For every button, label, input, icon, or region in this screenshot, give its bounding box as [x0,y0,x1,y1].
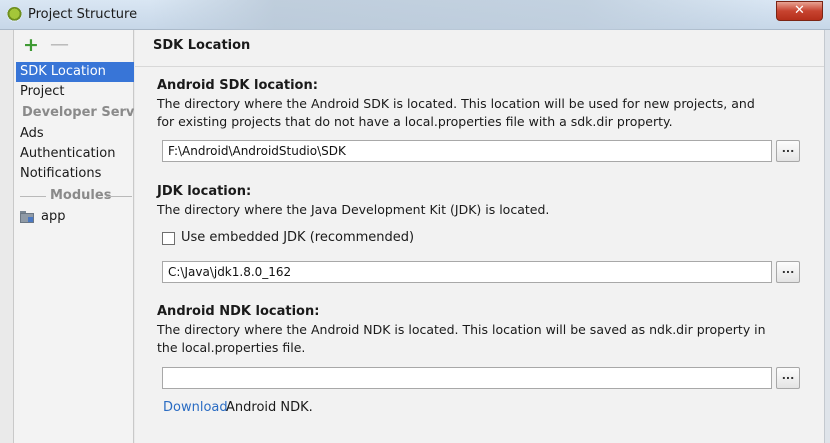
download-ndk-suffix: Android NDK. [226,400,313,415]
background-window-blur [150,0,770,30]
modules-header: Modules [50,188,112,203]
sidebar-item-notifications[interactable]: Notifications [16,164,134,184]
android-studio-icon [7,7,22,22]
window-right-edge [824,30,830,443]
android-ndk-browse-button[interactable]: ... [776,367,800,389]
embedded-jdk-checkbox[interactable] [162,232,175,245]
android-sdk-description: The directory where the Android SDK is l… [157,96,755,129]
sidebar: + — SDK Location Project Developer Servi… [13,30,134,443]
sidebar-toolbar: + — [14,30,135,60]
android-sdk-path-field[interactable]: F:\Android\AndroidStudio\SDK [162,140,772,162]
main-panel: SDK Location Android SDK location: The d… [135,30,824,443]
close-button[interactable]: ✕ [776,1,823,21]
jdk-browse-button[interactable]: ... [776,261,800,283]
android-sdk-label: Android SDK location: [157,78,318,93]
android-ndk-label: Android NDK location: [157,304,320,319]
modules-separator: Modules [16,186,134,206]
title-bar: Project Structure ✕ [0,0,830,30]
download-ndk-link[interactable]: Download [163,400,228,415]
sidebar-item-project[interactable]: Project [16,82,134,102]
page-title: SDK Location [153,38,251,53]
jdk-path-field[interactable]: C:\Java\jdk1.8.0_162 [162,261,772,283]
window-title: Project Structure [28,7,138,22]
android-ndk-description: The directory where the Android NDK is l… [157,322,766,355]
add-icon[interactable]: + [23,35,39,55]
jdk-description: The directory where the Java Development… [157,202,550,217]
android-sdk-browse-button[interactable]: ... [776,140,800,162]
sidebar-item-app[interactable]: app [16,207,134,227]
header-divider [135,66,824,67]
module-label: app [41,209,66,224]
separator-line [106,196,132,197]
jdk-label: JDK location: [157,184,252,199]
close-icon: ✕ [794,3,805,18]
sidebar-item-sdk-location[interactable]: SDK Location [16,62,134,82]
remove-icon[interactable]: — [50,34,69,54]
sidebar-group-developer-services: Developer Servi... [22,105,134,120]
android-ndk-path-field[interactable] [162,367,772,389]
sidebar-item-ads[interactable]: Ads [16,124,134,144]
separator-line [20,196,46,197]
module-folder-icon [20,211,34,223]
embedded-jdk-label[interactable]: Use embedded JDK (recommended) [181,230,414,245]
sidebar-item-authentication[interactable]: Authentication [16,144,134,164]
